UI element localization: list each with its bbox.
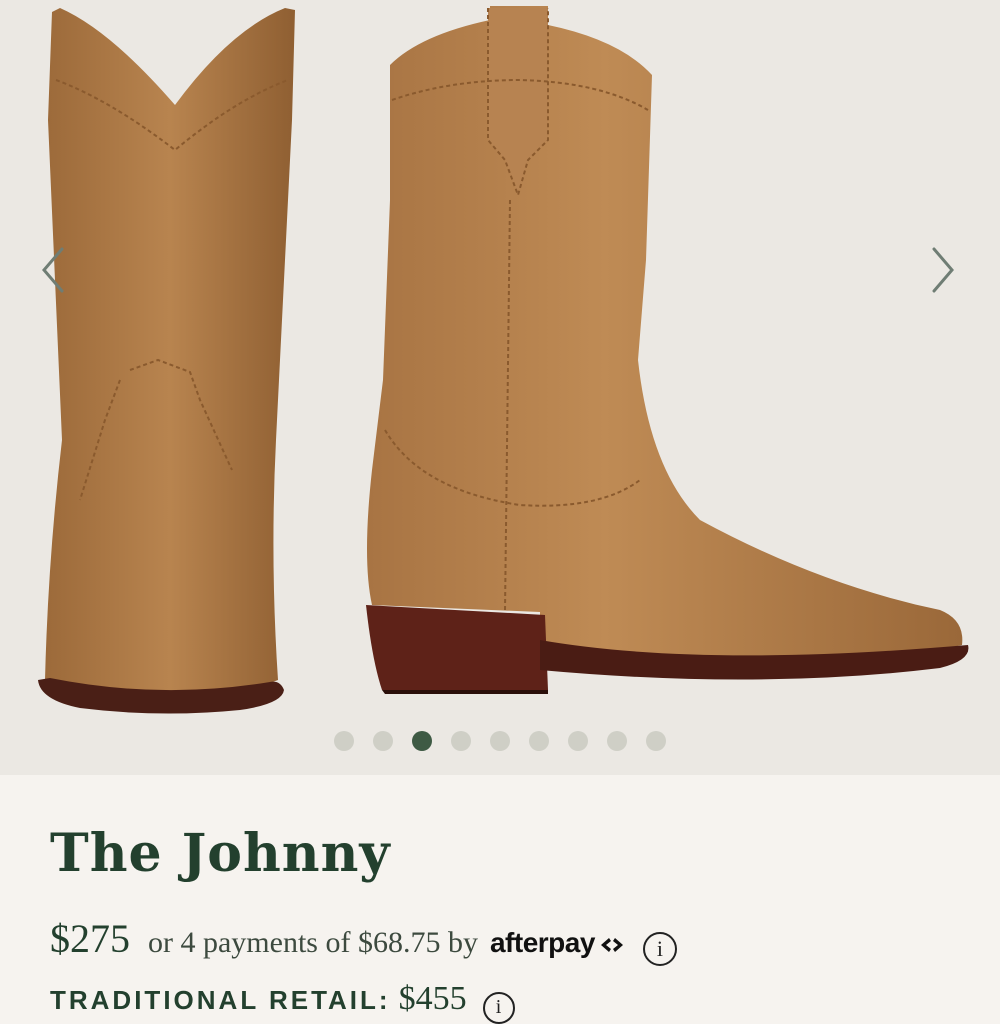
afterpay-info-icon[interactable]: i bbox=[642, 932, 677, 966]
pagination-dot[interactable] bbox=[568, 731, 588, 751]
retail-label: TRADITIONAL RETAIL: bbox=[50, 985, 391, 1015]
pagination-dot[interactable] bbox=[607, 731, 627, 751]
chevron-right-icon bbox=[932, 247, 954, 293]
product-info: The Johnny $275 or 4 payments of $68.75 … bbox=[0, 775, 1000, 1024]
next-image-button[interactable] bbox=[918, 240, 968, 300]
pagination-dot[interactable] bbox=[334, 731, 354, 751]
product-image-gallery[interactable] bbox=[0, 0, 1000, 775]
front-boot bbox=[38, 8, 295, 714]
product-title: The Johnny bbox=[50, 823, 391, 884]
retail-price: $455 bbox=[398, 980, 467, 1017]
pagination-dot[interactable] bbox=[490, 731, 510, 751]
prev-image-button[interactable] bbox=[28, 240, 78, 300]
price-row: $275 or 4 payments of $68.75 by afterpay… bbox=[50, 915, 677, 966]
pagination-dot[interactable] bbox=[451, 731, 471, 751]
product-image bbox=[38, 6, 969, 714]
gallery-pagination bbox=[0, 731, 1000, 751]
afterpay-logo: afterpay bbox=[490, 927, 627, 959]
afterpay-arrows-icon bbox=[600, 937, 623, 952]
pagination-dot[interactable] bbox=[529, 731, 549, 751]
product-price: $275 bbox=[50, 916, 130, 961]
retail-info-icon[interactable]: i bbox=[482, 991, 515, 1024]
pagination-dot[interactable] bbox=[646, 731, 666, 751]
afterpay-brand-text: afterpay bbox=[489, 927, 595, 958]
pagination-dot[interactable] bbox=[373, 731, 393, 751]
side-boot bbox=[366, 6, 969, 694]
chevron-left-icon bbox=[42, 247, 64, 293]
installment-text: or 4 payments of $68.75 by bbox=[148, 926, 478, 959]
pagination-dot-active[interactable] bbox=[412, 731, 432, 751]
